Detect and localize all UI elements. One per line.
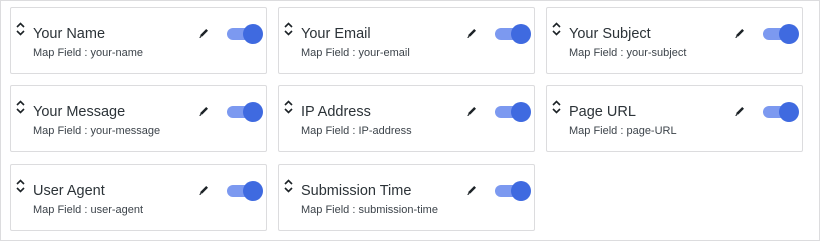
drag-handle-icon[interactable] <box>16 100 25 114</box>
drag-handle-icon[interactable] <box>16 22 25 36</box>
pencil-icon[interactable] <box>198 184 210 196</box>
field-enabled-toggle[interactable] <box>495 181 531 201</box>
field-card-ip-address: IP Address Map Field : IP-address <box>278 85 535 152</box>
field-mapping-panel: Your Name Map Field : your-name Your Ema… <box>0 0 820 241</box>
field-card-your-subject: Your Subject Map Field : your-subject <box>546 7 803 74</box>
toggle-knob <box>243 181 263 201</box>
toggle-knob <box>511 24 531 44</box>
toggle-knob <box>511 102 531 122</box>
drag-handle-icon[interactable] <box>552 22 561 36</box>
field-enabled-toggle[interactable] <box>227 24 263 44</box>
toggle-knob <box>243 102 263 122</box>
map-field-label: Map Field : user-agent <box>33 204 144 216</box>
pencil-icon[interactable] <box>734 105 746 117</box>
map-field-label: Map Field : IP-address <box>301 125 412 137</box>
field-enabled-toggle[interactable] <box>763 102 799 122</box>
field-title: User Agent <box>33 183 105 199</box>
map-field-label: Map Field : page-URL <box>569 125 677 137</box>
map-field-label: Map Field : your-name <box>33 47 144 59</box>
field-card-your-name: Your Name Map Field : your-name <box>10 7 267 74</box>
map-field-label: Map Field : your-subject <box>569 47 687 59</box>
field-title: Your Name <box>33 26 106 42</box>
drag-handle-icon[interactable] <box>284 22 293 36</box>
field-title: Your Subject <box>569 26 651 42</box>
pencil-icon[interactable] <box>466 184 478 196</box>
field-enabled-toggle[interactable] <box>495 102 531 122</box>
drag-handle-icon[interactable] <box>284 100 293 114</box>
toggle-knob <box>779 24 799 44</box>
field-card-your-email: Your Email Map Field : your-email <box>278 7 535 74</box>
field-enabled-toggle[interactable] <box>227 181 263 201</box>
toggle-knob <box>511 181 531 201</box>
field-title: Your Email <box>301 26 371 42</box>
field-title: IP Address <box>301 104 371 120</box>
pencil-icon[interactable] <box>466 105 478 117</box>
map-field-label: Map Field : your-message <box>33 125 161 137</box>
field-card-page-url: Page URL Map Field : page-URL <box>546 85 803 152</box>
pencil-icon[interactable] <box>198 105 210 117</box>
map-field-label: Map Field : your-email <box>301 47 410 59</box>
field-title: Page URL <box>569 104 636 120</box>
toggle-knob <box>779 102 799 122</box>
pencil-icon[interactable] <box>466 27 478 39</box>
field-title: Your Message <box>33 104 126 120</box>
field-card-user-agent: User Agent Map Field : user-agent <box>10 164 267 231</box>
drag-handle-icon[interactable] <box>284 179 293 193</box>
field-enabled-toggle[interactable] <box>227 102 263 122</box>
pencil-icon[interactable] <box>198 27 210 39</box>
field-card-submission-time: Submission Time Map Field : submission-t… <box>278 164 535 231</box>
field-title: Submission Time <box>301 183 412 199</box>
field-enabled-toggle[interactable] <box>763 24 799 44</box>
drag-handle-icon[interactable] <box>552 100 561 114</box>
field-enabled-toggle[interactable] <box>495 24 531 44</box>
toggle-knob <box>243 24 263 44</box>
map-field-label: Map Field : submission-time <box>301 204 438 216</box>
pencil-icon[interactable] <box>734 27 746 39</box>
field-card-your-message: Your Message Map Field : your-message <box>10 85 267 152</box>
drag-handle-icon[interactable] <box>16 179 25 193</box>
